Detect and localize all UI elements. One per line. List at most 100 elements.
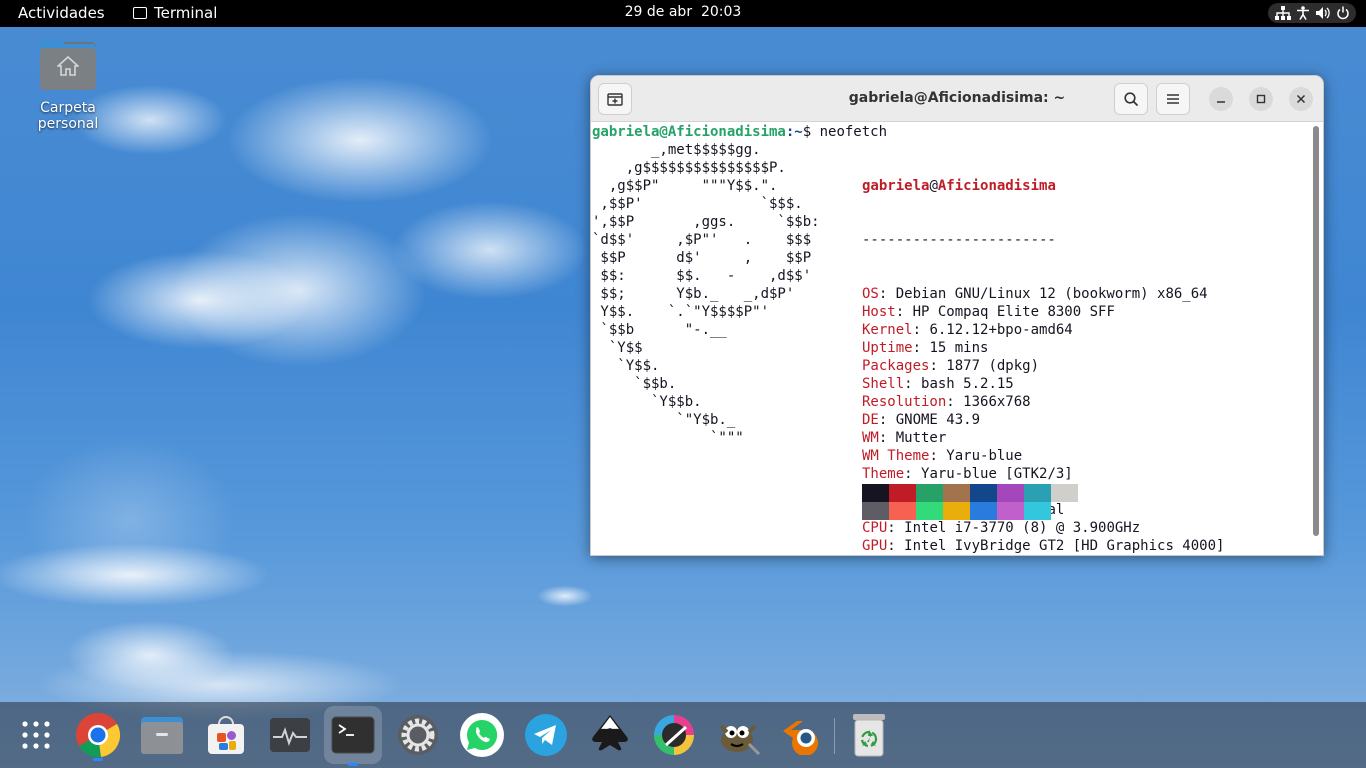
search-icon bbox=[1123, 91, 1138, 106]
minimize-button[interactable] bbox=[1209, 87, 1233, 111]
menu-button[interactable] bbox=[1156, 83, 1190, 115]
new-tab-icon bbox=[607, 93, 623, 106]
info-value: Mutter bbox=[895, 430, 947, 446]
info-value: 15 mins bbox=[929, 340, 989, 356]
palette-swatch bbox=[970, 484, 997, 502]
dock-inkscape[interactable] bbox=[586, 711, 634, 759]
terminal-scrollbar[interactable] bbox=[1313, 126, 1319, 536]
clock-date[interactable]: 29 de abr bbox=[625, 4, 692, 20]
info-key: Kernel bbox=[862, 322, 913, 338]
dock-krita[interactable] bbox=[650, 711, 698, 759]
logo-line: `Y$$ bbox=[592, 340, 643, 356]
palette-swatch bbox=[916, 484, 943, 502]
info-key: Theme bbox=[862, 466, 905, 482]
info-row: Kernel: 6.12.12+bpo-amd64 bbox=[862, 322, 1073, 338]
terminal-headerbar[interactable]: gabriela@Aficionadisima: ~ bbox=[591, 76, 1323, 122]
dock-software[interactable] bbox=[202, 711, 250, 759]
system-monitor-icon bbox=[270, 718, 310, 752]
maximize-icon bbox=[1256, 94, 1266, 104]
new-tab-button[interactable] bbox=[598, 83, 632, 115]
accessibility-icon bbox=[1296, 6, 1309, 20]
close-button[interactable] bbox=[1289, 87, 1313, 111]
dock-chrome[interactable] bbox=[74, 711, 122, 761]
search-button[interactable] bbox=[1114, 83, 1148, 115]
logo-line: `d$$' ,$P"' . $$$ bbox=[592, 232, 812, 248]
software-store-icon bbox=[208, 716, 244, 754]
logo-line: $$P d$' , $$P bbox=[592, 250, 812, 266]
prompt-symbol: $ bbox=[802, 124, 820, 140]
info-row: Shell: bash 5.2.15 bbox=[862, 376, 1014, 392]
system-status-menu[interactable] bbox=[1268, 3, 1356, 23]
info-row: Uptime: 15 mins bbox=[862, 340, 989, 356]
dock-trash[interactable] bbox=[845, 711, 893, 759]
info-row: Memory: 1693MiB / 15902MiB bbox=[862, 555, 1224, 556]
dock-system-monitor[interactable] bbox=[266, 711, 314, 759]
info-key: OS bbox=[862, 286, 879, 302]
palette-swatch bbox=[1051, 484, 1078, 502]
volume-icon bbox=[1315, 7, 1330, 19]
info-key: DE bbox=[862, 412, 879, 428]
dock-gimp[interactable] bbox=[714, 711, 762, 759]
info-row: Resolution: 1366x768 bbox=[862, 394, 1031, 410]
inkscape-icon bbox=[592, 715, 628, 751]
info-value: 6.12.12+bpo-amd64 bbox=[929, 322, 1073, 338]
debian-ascii-logo: _,met$$$$$gg. ,g$$$$$$$$$$$$$$$P. ,g$$P"… bbox=[592, 141, 820, 447]
logo-line: `$$b "-.__ bbox=[592, 322, 727, 338]
palette-row-normal bbox=[862, 484, 1078, 502]
info-key: Host bbox=[862, 304, 896, 320]
logo-line: $$; Y$b._ _,d$P' bbox=[592, 286, 795, 302]
info-row: WM: Mutter bbox=[862, 430, 947, 446]
palette-row-bright bbox=[862, 502, 1078, 520]
info-key: Shell bbox=[862, 376, 905, 392]
palette-swatch bbox=[997, 484, 1024, 502]
telegram-icon bbox=[525, 714, 567, 756]
palette-swatch bbox=[943, 484, 970, 502]
close-icon bbox=[1296, 94, 1306, 104]
info-value: 1877 (dpkg) bbox=[946, 358, 1040, 374]
info-header-host: Aficionadisima bbox=[937, 178, 1056, 194]
info-separator: ----------------------- bbox=[862, 232, 1056, 248]
power-icon bbox=[1336, 6, 1349, 20]
color-palette bbox=[862, 484, 1078, 520]
terminal-icon bbox=[331, 716, 375, 754]
prompt-line: gabriela@Aficionadisima:~$ neofetch bbox=[592, 123, 887, 141]
logo-line: `$$b. bbox=[592, 376, 677, 392]
krita-icon bbox=[654, 715, 694, 755]
desktop-home-folder[interactable]: Carpeta personal bbox=[10, 40, 126, 132]
dock-terminal[interactable] bbox=[324, 706, 382, 766]
info-value: HP Compaq Elite 8300 SFF bbox=[912, 304, 1115, 320]
activities-button[interactable]: Actividades bbox=[18, 4, 105, 22]
info-row: Theme: Yaru-blue [GTK2/3] bbox=[862, 466, 1073, 482]
logo-line: _,met$$$$$gg. bbox=[592, 142, 761, 158]
dock-telegram[interactable] bbox=[522, 711, 570, 759]
dock-files[interactable] bbox=[138, 711, 186, 759]
terminal-small-icon bbox=[133, 7, 147, 19]
show-apps-button[interactable] bbox=[12, 711, 60, 759]
logo-line: `Y$$. bbox=[592, 358, 660, 374]
palette-swatch bbox=[862, 484, 889, 502]
palette-swatch bbox=[916, 502, 943, 520]
logo-line: `"Y$b._ bbox=[592, 412, 736, 428]
dock-settings[interactable] bbox=[394, 711, 442, 759]
info-header-at: @ bbox=[929, 178, 938, 194]
info-row: GPU: Intel IvyBridge GT2 [HD Graphics 40… bbox=[862, 538, 1225, 554]
logo-line: ,g$$$$$$$$$$$$$$$P. bbox=[592, 160, 786, 176]
files-icon bbox=[141, 717, 183, 754]
info-key: Resolution bbox=[862, 394, 947, 410]
terminal-window[interactable]: gabriela@Aficionadisima: ~ gabriela@Afic… bbox=[590, 75, 1324, 556]
logo-line: ,$$P' `$$$. bbox=[592, 196, 803, 212]
dock-blender[interactable] bbox=[778, 711, 826, 759]
dock-whatsapp[interactable] bbox=[458, 711, 506, 759]
info-row: Host: HP Compaq Elite 8300 SFF bbox=[862, 304, 1115, 320]
app-menu[interactable]: Terminal bbox=[133, 4, 217, 22]
logo-line: ',$$P ,ggs. `$$b: bbox=[592, 214, 820, 230]
maximize-button[interactable] bbox=[1249, 87, 1273, 111]
logo-line: `""" bbox=[592, 430, 744, 446]
logo-line: $$: $$. - ,d$$' bbox=[592, 268, 812, 284]
info-value: 1366x768 bbox=[963, 394, 1031, 410]
terminal-output[interactable]: gabriela@Aficionadisima:~$ neofetch _,me… bbox=[592, 123, 1310, 555]
clock-time[interactable]: 20:03 bbox=[701, 4, 741, 20]
logo-line: Y$$. `.`"Y$$$$P"' bbox=[592, 304, 770, 320]
logo-line: ,g$$P" """Y$$.". bbox=[592, 178, 778, 194]
info-key: WM bbox=[862, 430, 879, 446]
